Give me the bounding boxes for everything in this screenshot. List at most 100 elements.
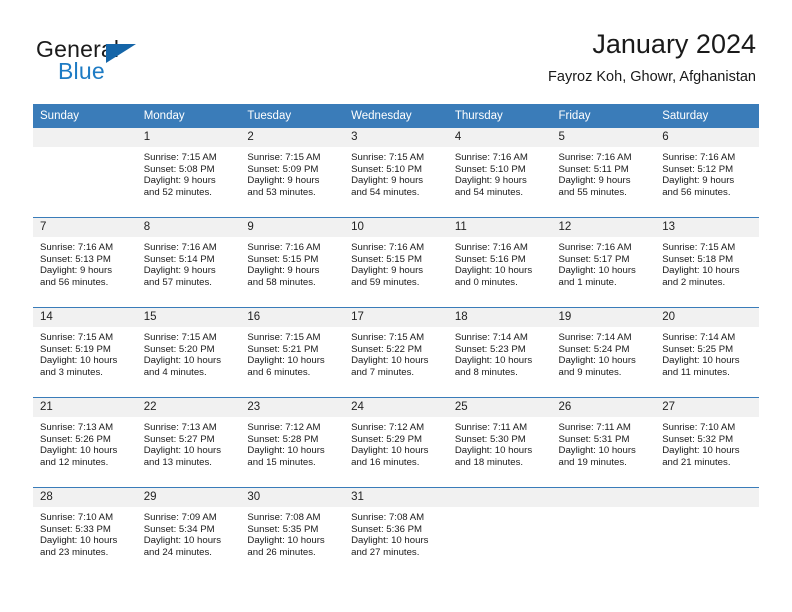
day-details: Sunrise: 7:14 AM Sunset: 5:25 PM Daylight:… [655, 327, 759, 378]
day-cell[interactable]: 3 Sunrise: 7:15 AM Sunset: 5:10 PM Daylight… [344, 128, 448, 218]
day-cell[interactable]: 16 Sunrise: 7:15 AM Sunset: 5:21 PM Dayligh… [240, 307, 345, 398]
daylight-text-line2: and 23 minutes. [40, 546, 109, 558]
daylight-text-line1: Daylight: 9 hours [351, 265, 424, 277]
sunrise-text: Sunrise: 7:15 AM [351, 332, 425, 343]
sunrise-text: Sunrise: 7:08 AM [247, 512, 321, 523]
sunset-text: Sunset: 5:12 PM [662, 163, 734, 175]
day-number: 18 [447, 308, 552, 327]
day-details: Sunrise: 7:13 AM Sunset: 5:27 PM Daylight:… [137, 417, 241, 468]
day-cell[interactable]: 10 Sunrise: 7:16 AM Sunset: 5:15 PM Dayligh… [344, 217, 448, 308]
week-row: 1 Sunrise: 7:15 AM Sunset: 5:08 PM Daylight… [33, 128, 759, 218]
daylight-text-line2: and 1 minute. [558, 276, 617, 288]
daylight-text-line1: Daylight: 10 hours [247, 535, 325, 547]
day-cell[interactable]: 13 Sunrise: 7:15 AM Sunset: 5:18 PM Dayligh… [655, 217, 759, 308]
day-cell[interactable]: 23 Sunrise: 7:12 AM Sunset: 5:28 PM Dayligh… [240, 397, 345, 488]
day-cell[interactable]: 5 Sunrise: 7:16 AM Sunset: 5:11 PM Daylight… [551, 128, 656, 218]
day-cell[interactable]: 14 Sunrise: 7:15 AM Sunset: 5:19 PM Dayligh… [33, 307, 137, 398]
sunrise-text: Sunrise: 7:12 AM [351, 422, 425, 433]
day-cell[interactable]: 6 Sunrise: 7:16 AM Sunset: 5:12 PM Daylight… [655, 128, 759, 218]
day-number: 21 [33, 398, 137, 417]
day-details: Sunrise: 7:16 AM Sunset: 5:15 PM Daylight:… [344, 237, 448, 288]
sunrise-text: Sunrise: 7:13 AM [143, 422, 217, 433]
sunrise-text: Sunrise: 7:13 AM [40, 422, 114, 433]
sunset-text: Sunset: 5:34 PM [143, 523, 215, 535]
day-details: Sunrise: 7:15 AM Sunset: 5:09 PM Daylight:… [240, 147, 344, 198]
sunrise-text: Sunrise: 7:16 AM [558, 242, 632, 253]
sunrise-text: Sunrise: 7:16 AM [454, 152, 528, 163]
day-cell[interactable] [655, 487, 759, 577]
page-header: General Blue January 2024 Fayroz Koh, Gh… [0, 0, 792, 100]
day-details: Sunrise: 7:15 AM Sunset: 5:19 PM Daylight:… [33, 327, 137, 378]
day-cell[interactable]: 20 Sunrise: 7:14 AM Sunset: 5:25 PM Dayligh… [655, 307, 759, 398]
day-cell[interactable]: 28 Sunrise: 7:10 AM Sunset: 5:33 PM Dayligh… [33, 487, 137, 577]
day-cell[interactable]: 17 Sunrise: 7:15 AM Sunset: 5:22 PM Dayligh… [344, 307, 448, 398]
day-cell[interactable]: 29 Sunrise: 7:09 AM Sunset: 5:34 PM Dayligh… [136, 487, 241, 577]
day-cell[interactable]: 26 Sunrise: 7:11 AM Sunset: 5:31 PM Dayligh… [551, 397, 656, 488]
day-cell[interactable]: 15 Sunrise: 7:15 AM Sunset: 5:20 PM Dayligh… [136, 307, 241, 398]
day-cell[interactable]: 25 Sunrise: 7:11 AM Sunset: 5:30 PM Dayligh… [447, 397, 552, 488]
day-number: 7 [33, 218, 137, 237]
daylight-text-line1: Daylight: 9 hours [351, 175, 424, 187]
daylight-text-line1: Daylight: 10 hours [143, 445, 222, 457]
day-number [447, 488, 552, 507]
sunrise-text: Sunrise: 7:15 AM [40, 332, 114, 343]
weekday-header-monday: Monday [136, 104, 241, 128]
day-cell[interactable]: 11 Sunrise: 7:16 AM Sunset: 5:16 PM Dayligh… [447, 217, 552, 308]
day-details: Sunrise: 7:15 AM Sunset: 5:22 PM Daylight:… [344, 327, 448, 378]
week-row: 14 Sunrise: 7:15 AM Sunset: 5:19 PM Dayligh… [33, 307, 759, 398]
sunrise-text: Sunrise: 7:09 AM [143, 512, 217, 523]
day-number: 24 [344, 398, 448, 417]
day-number: 16 [240, 308, 345, 327]
day-number: 14 [33, 308, 137, 327]
daylight-text-line2: and 19 minutes. [558, 456, 627, 468]
sunrise-text: Sunrise: 7:12 AM [247, 422, 321, 433]
day-details [655, 507, 759, 512]
day-number: 1 [136, 128, 241, 147]
day-details: Sunrise: 7:16 AM Sunset: 5:17 PM Daylight:… [552, 237, 656, 288]
day-number: 20 [655, 308, 759, 327]
day-cell[interactable]: 19 Sunrise: 7:14 AM Sunset: 5:24 PM Dayligh… [551, 307, 656, 398]
day-details: Sunrise: 7:16 AM Sunset: 5:13 PM Daylight:… [33, 237, 137, 288]
sunset-text: Sunset: 5:09 PM [247, 163, 319, 175]
day-cell[interactable] [33, 128, 137, 218]
daylight-text-line2: and 0 minutes. [454, 276, 518, 288]
day-cell[interactable]: 21 Sunrise: 7:13 AM Sunset: 5:26 PM Dayligh… [33, 397, 137, 488]
day-cell[interactable]: 4 Sunrise: 7:16 AM Sunset: 5:10 PM Daylight… [447, 128, 552, 218]
sunset-text: Sunset: 5:19 PM [40, 343, 111, 355]
daylight-text-line2: and 55 minutes. [558, 186, 627, 198]
week-row: 21 Sunrise: 7:13 AM Sunset: 5:26 PM Dayligh… [33, 397, 759, 488]
day-details: Sunrise: 7:10 AM Sunset: 5:33 PM Daylight:… [33, 507, 137, 558]
day-details: Sunrise: 7:15 AM Sunset: 5:21 PM Daylight:… [240, 327, 344, 378]
sunset-text: Sunset: 5:15 PM [351, 253, 423, 265]
sunset-text: Sunset: 5:28 PM [247, 433, 319, 445]
day-cell[interactable]: 12 Sunrise: 7:16 AM Sunset: 5:17 PM Dayligh… [551, 217, 656, 308]
sunrise-text: Sunrise: 7:15 AM [247, 152, 321, 163]
day-cell[interactable] [447, 487, 552, 577]
sunrise-text: Sunrise: 7:16 AM [143, 242, 217, 253]
daylight-text-line1: Daylight: 10 hours [351, 445, 429, 457]
day-cell[interactable]: 22 Sunrise: 7:13 AM Sunset: 5:27 PM Dayligh… [136, 397, 241, 488]
day-details [552, 507, 656, 512]
daylight-text-line2: and 3 minutes. [40, 366, 103, 378]
day-cell[interactable]: 9 Sunrise: 7:16 AM Sunset: 5:15 PM Daylight… [240, 217, 345, 308]
daylight-text-line1: Daylight: 10 hours [351, 355, 429, 367]
day-cell[interactable]: 1 Sunrise: 7:15 AM Sunset: 5:08 PM Daylight… [136, 128, 241, 218]
sunset-text: Sunset: 5:21 PM [247, 343, 319, 355]
day-cell[interactable]: 7 Sunrise: 7:16 AM Sunset: 5:13 PM Daylight… [33, 217, 137, 308]
day-cell[interactable]: 18 Sunrise: 7:14 AM Sunset: 5:23 PM Dayligh… [447, 307, 552, 398]
sunset-text: Sunset: 5:17 PM [558, 253, 630, 265]
sunrise-text: Sunrise: 7:16 AM [454, 242, 528, 253]
day-number: 6 [655, 128, 759, 147]
logo-text-blue: Blue [58, 58, 105, 84]
day-number: 3 [344, 128, 448, 147]
day-cell[interactable]: 2 Sunrise: 7:15 AM Sunset: 5:09 PM Daylight… [240, 128, 345, 218]
day-cell[interactable]: 31 Sunrise: 7:08 AM Sunset: 5:36 PM Dayligh… [344, 487, 448, 577]
day-cell[interactable] [551, 487, 656, 577]
sunset-text: Sunset: 5:26 PM [40, 433, 111, 445]
day-cell[interactable]: 8 Sunrise: 7:16 AM Sunset: 5:14 PM Daylight… [136, 217, 241, 308]
day-cell[interactable]: 24 Sunrise: 7:12 AM Sunset: 5:29 PM Dayligh… [344, 397, 448, 488]
daylight-text-line1: Daylight: 10 hours [143, 355, 222, 367]
sunrise-text: Sunrise: 7:16 AM [558, 152, 632, 163]
day-cell[interactable]: 27 Sunrise: 7:10 AM Sunset: 5:32 PM Dayligh… [655, 397, 759, 488]
day-cell[interactable]: 30 Sunrise: 7:08 AM Sunset: 5:35 PM Dayligh… [240, 487, 345, 577]
